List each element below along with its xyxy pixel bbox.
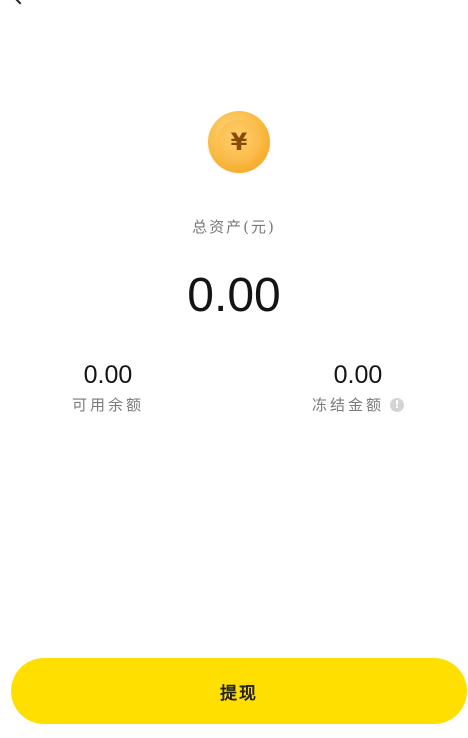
available-balance-section: 0.00 可用余额 bbox=[28, 360, 188, 415]
frozen-amount-value: 0.00 bbox=[333, 361, 383, 389]
total-assets-value: 0.00 bbox=[187, 269, 281, 322]
total-assets-label: 总资产(元) bbox=[192, 218, 276, 236]
available-balance-label-row: 可用余额 bbox=[72, 394, 144, 415]
info-icon[interactable]: ! bbox=[390, 397, 404, 412]
frozen-amount-label: 冻结金额 bbox=[311, 396, 384, 414]
more-icon[interactable]: ⋯ bbox=[414, 0, 430, 7]
chevron-left-icon[interactable] bbox=[11, 0, 29, 5]
yuan-coin-icon: ¥ bbox=[208, 111, 270, 173]
withdraw-button-label: 提现 bbox=[220, 683, 258, 704]
withdraw-button[interactable]: 提现 bbox=[11, 658, 467, 724]
top-nav-bar: ⋯ bbox=[0, 0, 468, 8]
available-balance-value: 0.00 bbox=[83, 361, 133, 389]
frozen-amount-label-row: 冻结金额 ! bbox=[312, 394, 404, 415]
frozen-amount-section: 0.00 冻结金额 ! bbox=[278, 360, 438, 415]
coin-symbol: ¥ bbox=[217, 120, 261, 164]
available-balance-label: 可用余额 bbox=[71, 396, 144, 414]
